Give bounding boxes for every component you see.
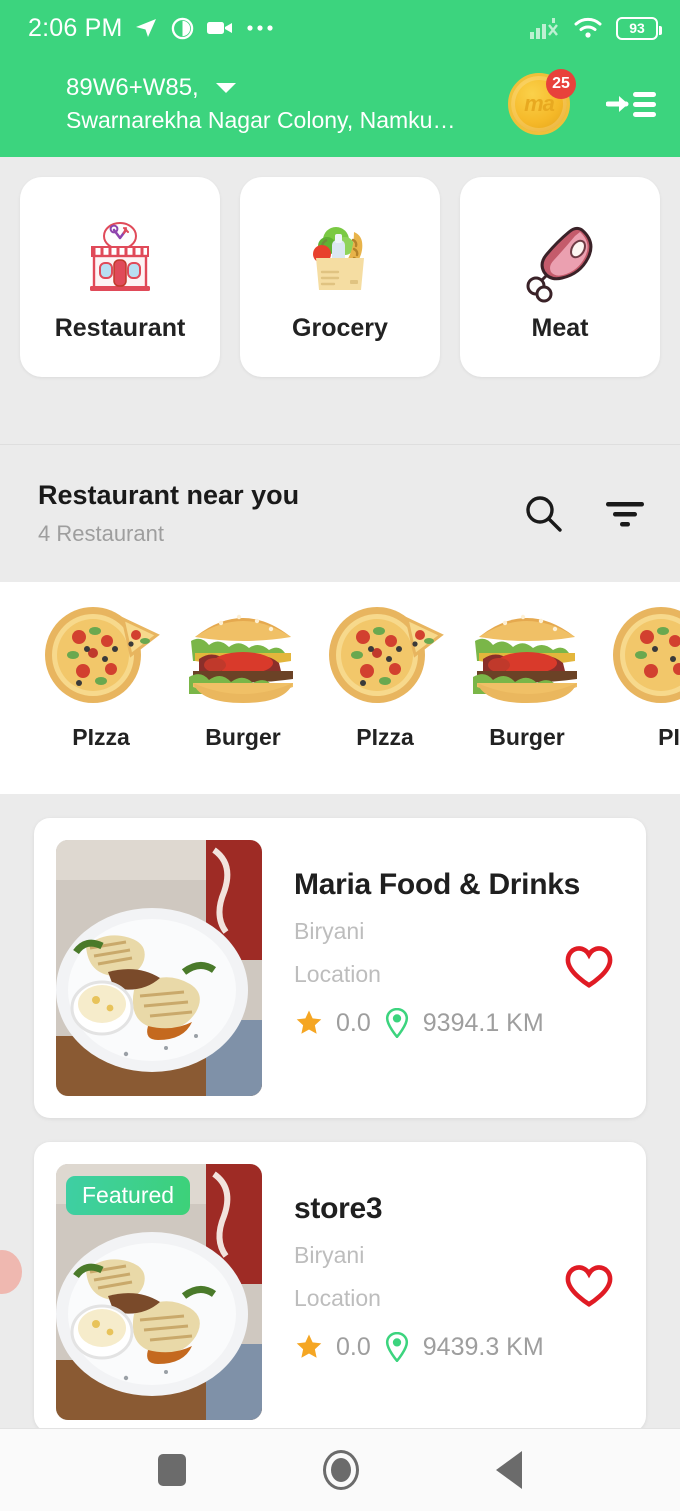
restaurant-card[interactable]: Featured store3 Biryani Location 0.0 943…: [34, 1142, 646, 1432]
food-category-label: Burger: [205, 724, 281, 750]
featured-badge: Featured: [66, 1176, 191, 1216]
status-bar: 2:06 PM 93: [0, 0, 680, 56]
restaurant-distance: 9439.3 KM: [422, 1332, 544, 1361]
restaurant-meta-row: 0.0 9394.1 KM: [294, 1007, 624, 1039]
meat-ham-icon: [512, 212, 608, 308]
status-notification-icons: [134, 16, 274, 40]
category-card-grocery[interactable]: Grocery: [240, 177, 440, 377]
pizza-icon: [604, 594, 680, 712]
category-card-row: Restaurant Grocery Meat: [0, 157, 680, 444]
restaurant-meta-row: 0.0 9439.3 KM: [294, 1331, 624, 1363]
food-category-item[interactable]: Burger: [456, 594, 598, 751]
battery-percent: 93: [629, 20, 645, 36]
restaurant-rating: 0.0: [336, 1008, 371, 1037]
filter-icon[interactable]: [604, 497, 646, 531]
food-category-item[interactable]: PIzza: [30, 594, 172, 751]
category-card-meat[interactable]: Meat: [460, 177, 660, 377]
food-category-label: PI: [658, 724, 680, 750]
category-label: Restaurant: [54, 313, 186, 342]
food-category-item[interactable]: PIzza: [314, 594, 456, 751]
loyalty-coin-button[interactable]: ma 25: [508, 69, 576, 135]
restaurant-distance: 9394.1 KM: [422, 1008, 544, 1037]
section-title-block: Restaurant near you 4 Restaurant: [38, 480, 522, 547]
restaurant-list: Maria Food & Drinks Biryani Location 0.0…: [0, 794, 680, 1432]
app-screen: 2:06 PM 93 89W6+W85, Swarnarekha Nagar C…: [0, 0, 680, 1511]
recents-square-icon[interactable]: [158, 1454, 187, 1486]
food-category-label: PIzza: [72, 724, 130, 750]
restaurant-thumbnail: Featured: [56, 1164, 262, 1420]
star-icon: [294, 1332, 324, 1362]
category-label: Grocery: [292, 313, 388, 342]
section-title: Restaurant near you: [38, 480, 300, 510]
category-label: Meat: [531, 313, 589, 342]
home-circle-icon[interactable]: [322, 1450, 359, 1490]
status-time: 2:06 PM: [28, 13, 123, 42]
wifi-icon: [573, 17, 603, 39]
star-icon: [294, 1008, 324, 1038]
category-card-restaurant[interactable]: Restaurant: [20, 177, 220, 377]
restaurant-name: store3: [294, 1192, 383, 1225]
coin-label: ma: [524, 91, 555, 116]
pizza-icon: [320, 594, 450, 712]
section-subtitle: 4 Restaurant: [38, 521, 164, 546]
food-category-label: Burger: [489, 724, 565, 750]
restaurant-card[interactable]: Maria Food & Drinks Biryani Location 0.0…: [34, 818, 646, 1118]
burger-icon: [178, 594, 308, 712]
burger-icon: [462, 594, 592, 712]
restaurant-cuisine: Biryani: [294, 918, 365, 944]
address-detail: Swarnarekha Nagar Colony, Namkum, ...: [66, 107, 466, 133]
cellular-signal-icon: [530, 17, 560, 39]
send-icon: [134, 16, 158, 40]
pizza-icon: [36, 594, 166, 712]
android-nav-bar: [0, 1428, 680, 1511]
restaurant-name: Maria Food & Drinks: [294, 868, 581, 901]
battery-icon: 93: [616, 16, 662, 40]
drawer-menu-icon[interactable]: [605, 83, 658, 125]
restaurant-thumbnail: [56, 840, 262, 1096]
food-category-label: PIzza: [356, 724, 414, 750]
chevron-down-icon[interactable]: [215, 81, 237, 95]
search-icon[interactable]: [522, 493, 564, 535]
status-system-icons: 93: [530, 16, 662, 40]
location-pin-icon: [383, 1007, 411, 1039]
location-pin-icon: [383, 1331, 411, 1363]
back-triangle-icon[interactable]: [495, 1451, 522, 1489]
restaurant-building-icon: [72, 212, 168, 308]
food-category-item[interactable]: Burger: [172, 594, 314, 751]
favorite-heart-icon[interactable]: [564, 1264, 614, 1310]
favorite-heart-icon[interactable]: [564, 945, 614, 991]
food-category-carousel[interactable]: PIzza Burger PIzza Burger PI: [0, 582, 680, 794]
address-primary-row[interactable]: 89W6+W85,: [66, 74, 508, 102]
food-category-item-partial[interactable]: PI: [598, 594, 680, 751]
address-bar[interactable]: 89W6+W85, Swarnarekha Nagar Colony, Namk…: [0, 56, 680, 152]
app-header: 2:06 PM 93 89W6+W85, Swarnarekha Nagar C…: [0, 0, 680, 157]
section-actions: [522, 493, 646, 535]
address-code: 89W6+W85,: [66, 74, 199, 101]
video-camera-icon: [206, 19, 233, 37]
contrast-circle-icon: [171, 17, 194, 40]
address-block[interactable]: 89W6+W85, Swarnarekha Nagar Colony, Namk…: [66, 74, 508, 134]
section-header: Restaurant near you 4 Restaurant: [0, 444, 680, 582]
grocery-bag-icon: [292, 212, 388, 308]
restaurant-rating: 0.0: [336, 1332, 371, 1361]
coin-badge-count: 25: [546, 69, 576, 99]
more-dots-icon: [246, 24, 274, 32]
